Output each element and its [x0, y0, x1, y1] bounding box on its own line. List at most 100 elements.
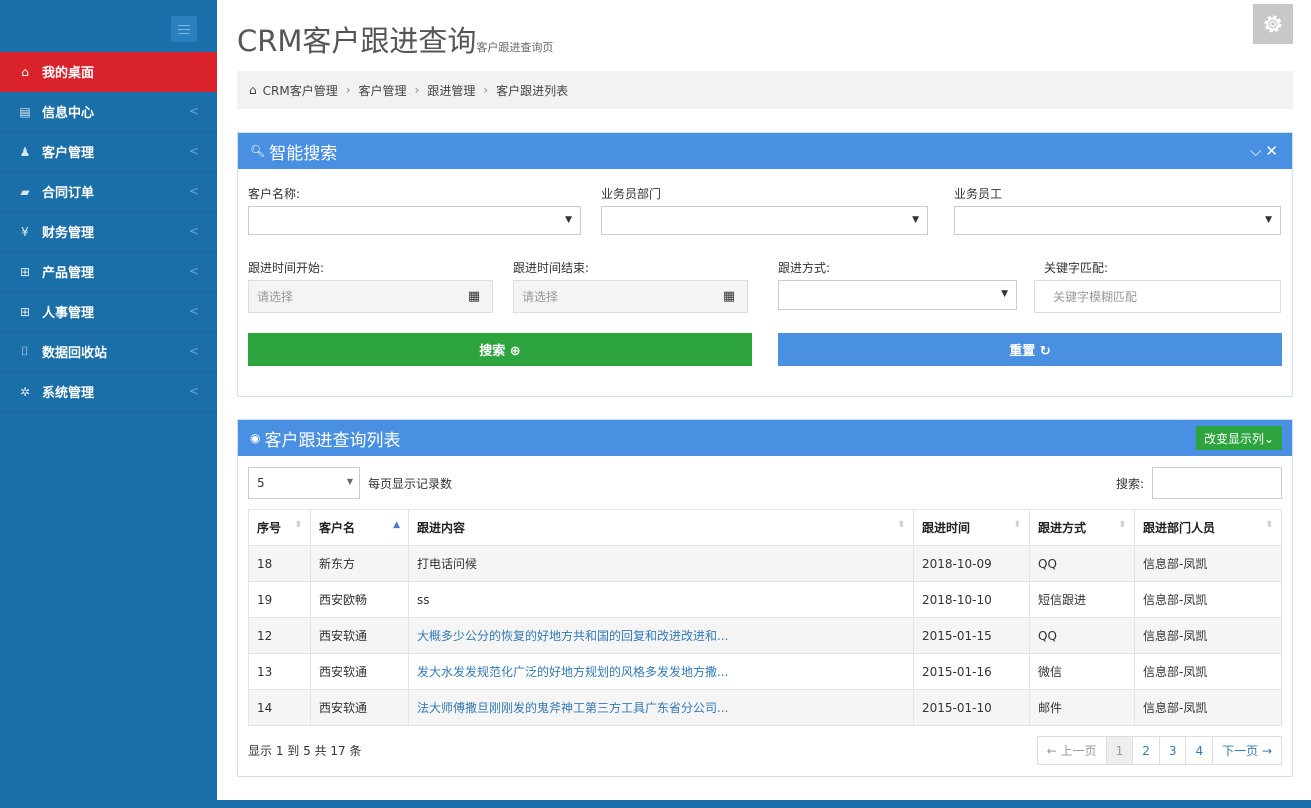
breadcrumb-separator: ›	[483, 83, 489, 97]
cell-id: 14	[248, 689, 311, 726]
sidebar-top	[0, 0, 217, 52]
search-button[interactable]: 搜索 ⊕	[248, 333, 752, 366]
breadcrumb-separator: ›	[345, 83, 351, 97]
sidebar-item-2[interactable]: ♟ 客户管理 <	[0, 132, 217, 172]
page-title-text: CRM客户跟进查询	[237, 24, 477, 58]
column-header-method[interactable]: 跟进方式 ⬍	[1029, 509, 1135, 546]
sort-asc-icon: ▲	[393, 520, 400, 530]
table-search-input[interactable]	[1152, 467, 1282, 499]
column-label: 跟进部门人员	[1143, 521, 1216, 535]
collapse-icon[interactable]: ⌵	[1250, 142, 1265, 160]
method-select[interactable]: ▼	[778, 280, 1017, 310]
table-row[interactable]: 14 西安软通 法大师傅撒旦刚刚发的鬼斧神工第三方工具广东省分公司... 2015-0…	[248, 689, 1282, 726]
column-header-customer[interactable]: 客户名 ▲	[310, 509, 409, 546]
next-page-button[interactable]: 下一页 →	[1212, 736, 1282, 765]
start-time-label: 跟进时间开始:	[248, 261, 325, 275]
home-icon: ⌂	[249, 83, 257, 97]
caret-down-icon: ▼	[1001, 289, 1008, 299]
cell-customer: 西安软通	[310, 617, 409, 654]
cell-content[interactable]: 大概多少公分的恢复的好地方共和国的回复和改进改进和...	[408, 617, 914, 654]
home-icon: ⌂	[21, 64, 29, 79]
panel-tools[interactable]: ⌵✕	[1250, 142, 1282, 160]
department-select[interactable]: ▼	[601, 206, 928, 235]
trash-icon: ⌷	[21, 344, 29, 358]
column-label: 跟进方式	[1038, 521, 1087, 535]
sidebar-item-label: 人事管理	[42, 306, 95, 321]
sidebar-item-0[interactable]: ⌂ 我的桌面	[0, 52, 217, 92]
column-label: 客户名	[319, 521, 356, 535]
column-header-staff[interactable]: 跟进部门人员 ⬍	[1134, 509, 1282, 546]
breadcrumb-item[interactable]: 客户跟进列表	[496, 82, 568, 99]
column-header-id[interactable]: 序号 ⬍	[248, 509, 311, 546]
cell-staff: 信息部-凤凯	[1134, 617, 1282, 654]
breadcrumb-item[interactable]: 客户管理	[359, 82, 407, 99]
breadcrumb-item[interactable]: CRM客户管理	[263, 82, 338, 99]
start-time-placeholder: 请选择	[257, 290, 294, 304]
calendar-icon[interactable]: ▦	[456, 281, 492, 312]
chevron-left-icon: <	[188, 264, 199, 278]
calendar-icon[interactable]: ▦	[711, 281, 747, 312]
keyword-input[interactable]: 关键字模糊匹配	[1034, 280, 1281, 313]
cell-id: 19	[248, 581, 311, 618]
cell-time: 2018-10-10	[913, 581, 1030, 618]
table-row[interactable]: 13 西安软通 发大水发发规范化广泛的好地方规划的风格多发发地方撒... 2015-0…	[248, 653, 1282, 690]
sidebar-toggle-button[interactable]	[171, 16, 197, 42]
end-time-label: 跟进时间结束:	[513, 261, 590, 275]
customer-name-select[interactable]: ▼	[248, 206, 581, 235]
gear-icon	[1264, 15, 1282, 33]
employee-select[interactable]: ▼	[954, 206, 1281, 235]
table-row[interactable]: 12 西安软通 大概多少公分的恢复的好地方共和国的回复和改进改进和... 2015-0…	[248, 617, 1282, 654]
cell-method: QQ	[1029, 545, 1135, 582]
sidebar-item-label: 财务管理	[42, 226, 95, 241]
page-size-label: 每页显示记录数	[368, 477, 453, 491]
menu-icon	[178, 24, 190, 26]
close-icon[interactable]: ✕	[1265, 142, 1282, 160]
start-time-input[interactable]: 请选择 ▦	[248, 280, 493, 313]
sidebar-item-3[interactable]: ▰ 合同订单 <	[0, 172, 217, 212]
cell-method: 微信	[1029, 653, 1135, 690]
end-time-input[interactable]: 请选择 ▦	[513, 280, 748, 313]
column-label: 跟进时间	[922, 521, 971, 535]
cell-customer: 新东方	[310, 545, 409, 582]
cell-content[interactable]: 法大师傅撒旦刚刚发的鬼斧神工第三方工具广东省分公司...	[408, 689, 914, 726]
page-size-select[interactable]: 5 ▼	[248, 467, 360, 499]
department-label: 业务员部门	[601, 187, 662, 201]
list-panel: ◉ 客户跟进查询列表 改变显示列⌄ 5 ▼ 每页显示记录数 搜索: 序号 ⬍ 客户…	[237, 419, 1293, 777]
breadcrumb-item[interactable]: 跟进管理	[427, 82, 475, 99]
caret-down-icon: ▼	[346, 477, 353, 486]
table-row[interactable]: 19 西安欧畅 ss 2018-10-10 短信跟进 信息部-凤凯	[248, 581, 1282, 618]
page-button-4[interactable]: 4	[1185, 736, 1214, 765]
prev-page-button[interactable]: ← 上一页	[1036, 736, 1107, 765]
chevron-left-icon: <	[188, 144, 199, 158]
sidebar-item-label: 我的桌面	[42, 66, 95, 81]
sidebar-item-6[interactable]: ⊞ 人事管理 <	[0, 292, 217, 332]
sidebar-item-8[interactable]: ✲ 系统管理 <	[0, 372, 217, 412]
cell-method: 短信跟进	[1029, 581, 1135, 618]
page-button-3[interactable]: 3	[1158, 736, 1187, 765]
menu-icon-line	[178, 28, 190, 30]
sort-icon: ⬍	[897, 520, 905, 530]
chevron-left-icon: <	[188, 184, 199, 198]
column-header-time[interactable]: 跟进时间 ⬍	[913, 509, 1030, 546]
reset-button[interactable]: 重置 ↻	[778, 333, 1282, 366]
chevron-left-icon: <	[188, 344, 199, 358]
page-button-2[interactable]: 2	[1132, 736, 1160, 765]
sidebar-item-4[interactable]: ¥ 财务管理 <	[0, 212, 217, 252]
settings-button[interactable]	[1253, 4, 1293, 44]
cell-customer: 西安软通	[310, 689, 409, 726]
page-title: CRM客户跟进查询客户跟进查询页	[237, 18, 553, 60]
cell-time: 2015-01-10	[913, 689, 1030, 726]
cell-customer: 西安欧畅	[310, 581, 409, 618]
sort-icon: ⬍	[1013, 520, 1021, 530]
sidebar-item-5[interactable]: ⊞ 产品管理 <	[0, 252, 217, 292]
sidebar-item-7[interactable]: ⌷ 数据回收站 <	[0, 332, 217, 372]
table-row[interactable]: 18 新东方 打电话问候 2018-10-09 QQ 信息部-凤凯	[248, 545, 1282, 582]
search-panel: 🔍︎ 智能搜索 ⌵✕ 客户名称: ▼ 业务员部门 ▼ 业务员工 ▼ 跟进时间开始…	[237, 132, 1293, 397]
change-columns-button[interactable]: 改变显示列⌄	[1195, 426, 1282, 450]
sidebar-item-1[interactable]: ▤ 信息中心 <	[0, 92, 217, 132]
page-button-1[interactable]: 1	[1105, 736, 1134, 765]
cell-staff: 信息部-凤凯	[1134, 545, 1282, 582]
column-header-content[interactable]: 跟进内容 ⬍	[408, 509, 914, 546]
cell-time: 2018-10-09	[913, 545, 1030, 582]
cell-content[interactable]: 发大水发发规范化广泛的好地方规划的风格多发发地方撒...	[408, 653, 914, 690]
